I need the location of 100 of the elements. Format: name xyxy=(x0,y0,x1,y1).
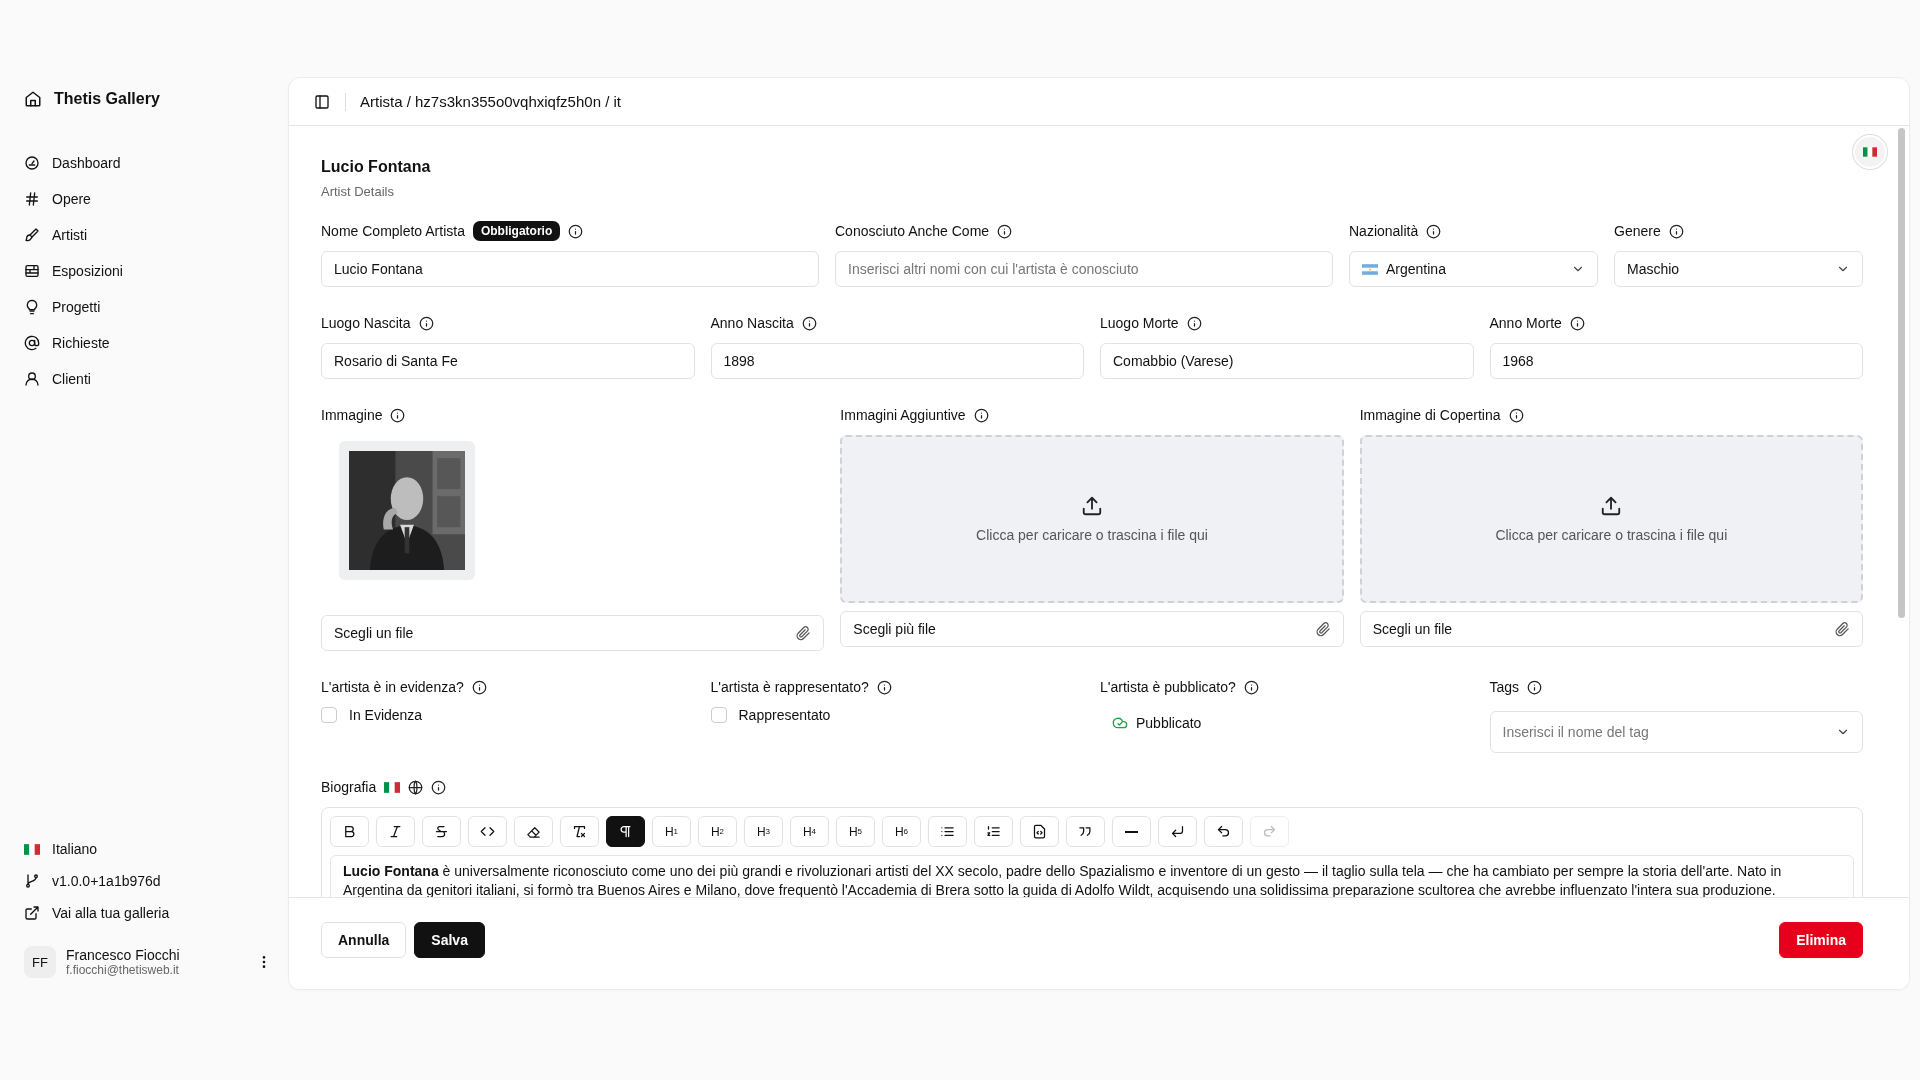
field-label: Luogo Nascita xyxy=(321,315,411,331)
quote-icon xyxy=(1078,824,1093,839)
field-label: Genere xyxy=(1614,223,1661,239)
biography-text: Lucio Fontana è universalmente riconosciuto come uno dei più grandi e rivoluzionari artisti del XX secolo, padre dello Spazialismo e inventore di un gesto — il taglio sulla tela — che ha cambiato per sempre la storia dell'arte. Nato in Argentina da genitori italiani, si formò tra Buenos Aires e Milano, dove frequentò l'Accademia di Brera sotto la guida di Adolfo Wildt, acquisendo una solidissima preparazione scultorea che avrebbe influenzato l'intera sua produzione. xyxy=(343,862,1783,897)
save-button[interactable]: Salva xyxy=(414,922,485,958)
gauge-icon xyxy=(24,155,40,171)
info-icon xyxy=(801,315,817,331)
upload-dropzone[interactable]: Clicca per caricare o trascina i file qui xyxy=(840,435,1344,603)
text-field[interactable]: Comabbio (Varese) xyxy=(1100,343,1474,379)
italic-icon xyxy=(388,824,403,839)
upload-icon xyxy=(1600,495,1623,517)
code-icon xyxy=(480,824,495,839)
text-field[interactable]: Lucio Fontana xyxy=(321,251,819,287)
text-field[interactable]: Rosario di Santa Fe xyxy=(321,343,695,379)
select-field[interactable]: Argentina xyxy=(1349,251,1598,287)
paragraph-icon xyxy=(618,824,633,839)
info-icon xyxy=(1426,223,1442,239)
field-label: Immagini Aggiuntive xyxy=(840,407,966,423)
breadcrumb: Artista / hz7s3kn355o0vqhxiqfz5h0n / it xyxy=(360,93,621,110)
field-label: Tags xyxy=(1489,679,1520,695)
grid-icon xyxy=(24,263,40,279)
lightbulb-icon xyxy=(24,299,40,315)
field-label: Nome Completo Artista xyxy=(321,223,465,239)
info-icon xyxy=(1186,315,1202,331)
field-label: Biografia xyxy=(321,779,377,795)
nav-item[interactable]: Esposizioni xyxy=(24,260,272,282)
nav-item[interactable]: Opere xyxy=(24,188,272,210)
globe-icon xyxy=(408,779,424,795)
sidebar-link[interactable]: Italiano xyxy=(24,838,272,860)
checkbox-label: Rappresentato xyxy=(738,707,831,723)
info-icon xyxy=(390,407,406,423)
info-icon xyxy=(997,223,1013,239)
info-icon xyxy=(568,223,584,239)
branch-icon xyxy=(24,873,40,889)
bold-icon xyxy=(342,824,357,839)
nav-item[interactable]: Artisti xyxy=(24,224,272,246)
text-field[interactable]: Inserisci altri nomi con cui l'artista è conosciuto xyxy=(835,251,1333,287)
sidebar-link[interactable]: Vai alla tua galleria xyxy=(24,902,272,924)
file-input[interactable]: Scegli un file xyxy=(321,615,825,651)
field-label: Immagine di Copertina xyxy=(1359,407,1501,423)
nav-item[interactable]: Progetti xyxy=(24,296,272,318)
user-email: f.fiocchi@thetisweb.it xyxy=(66,963,180,977)
required-badge: Obbligatorio xyxy=(472,221,561,241)
cancel-button[interactable]: Annulla xyxy=(321,922,407,958)
select-field[interactable]: Maschio xyxy=(1614,251,1863,287)
field-label: L'artista è in evidenza? xyxy=(321,679,464,695)
text-field[interactable]: 1898 xyxy=(710,343,1084,379)
delete-button[interactable]: Elimina xyxy=(1779,922,1863,958)
paperclip-icon xyxy=(796,625,812,641)
info-icon xyxy=(431,779,447,795)
info-icon xyxy=(1527,679,1543,695)
info-icon xyxy=(1668,223,1684,239)
numbered-list-icon xyxy=(986,824,1001,839)
nav-item[interactable]: Clienti xyxy=(24,368,272,390)
paperclip-icon xyxy=(1835,621,1850,637)
italian-flag-icon xyxy=(384,781,401,793)
at-sign-icon xyxy=(24,335,40,351)
bullet-list-icon xyxy=(940,824,955,839)
horizontal-rule-icon xyxy=(1125,830,1138,833)
language-avatar[interactable] xyxy=(1853,135,1887,169)
strikethrough-icon xyxy=(434,824,449,839)
nav-item[interactable]: Dashboard xyxy=(24,152,272,174)
clear-format-icon xyxy=(572,824,587,839)
info-icon xyxy=(471,679,487,695)
upload-dropzone[interactable]: Clicca per caricare o trascina i file qui xyxy=(1359,435,1863,603)
field-label: Nazionalità xyxy=(1349,223,1419,239)
checkbox[interactable] xyxy=(710,707,727,723)
code-file-icon xyxy=(1032,824,1047,839)
sidebar-link[interactable]: v1.0.0+1a1b976d xyxy=(24,870,272,892)
info-icon xyxy=(1243,679,1259,695)
hash-icon xyxy=(24,191,40,207)
file-input[interactable]: Scegli un file xyxy=(1359,611,1863,647)
italian-flag-icon xyxy=(24,843,40,855)
text-field[interactable]: 1968 xyxy=(1489,343,1863,379)
user-icon xyxy=(24,371,40,387)
field-label: Anno Nascita xyxy=(710,315,794,331)
scrollbar[interactable] xyxy=(1898,128,1905,618)
home-icon xyxy=(24,90,42,108)
user-avatar: FF xyxy=(24,946,56,978)
checkbox-label: In Evidenza xyxy=(349,707,423,723)
external-link-icon xyxy=(24,905,40,921)
brush-icon xyxy=(24,227,40,243)
field-label: L'artista è pubblicato? xyxy=(1100,679,1236,695)
eraser-icon xyxy=(526,824,541,839)
info-icon xyxy=(418,315,434,331)
checkbox[interactable] xyxy=(321,707,337,723)
app-title: Thetis Gallery xyxy=(54,90,160,108)
nav-item[interactable]: Richieste xyxy=(24,332,272,354)
file-input[interactable]: Scegli più file xyxy=(840,611,1344,647)
paperclip-icon xyxy=(1315,621,1331,637)
tags-field[interactable]: Inserisci il nome del tag xyxy=(1489,711,1863,753)
sidebar-toggle-icon xyxy=(314,93,330,110)
field-label: L'artista è rappresentato? xyxy=(710,679,869,695)
field-label: Immagine xyxy=(321,407,383,423)
field-label: Anno Morte xyxy=(1489,315,1562,331)
toolbar-button[interactable] xyxy=(606,816,645,847)
user-name: Francesco Fiocchi xyxy=(66,947,181,963)
field-label: Luogo Morte xyxy=(1100,315,1179,331)
info-icon xyxy=(876,679,892,695)
sidebar-toggle-button[interactable] xyxy=(313,92,331,111)
